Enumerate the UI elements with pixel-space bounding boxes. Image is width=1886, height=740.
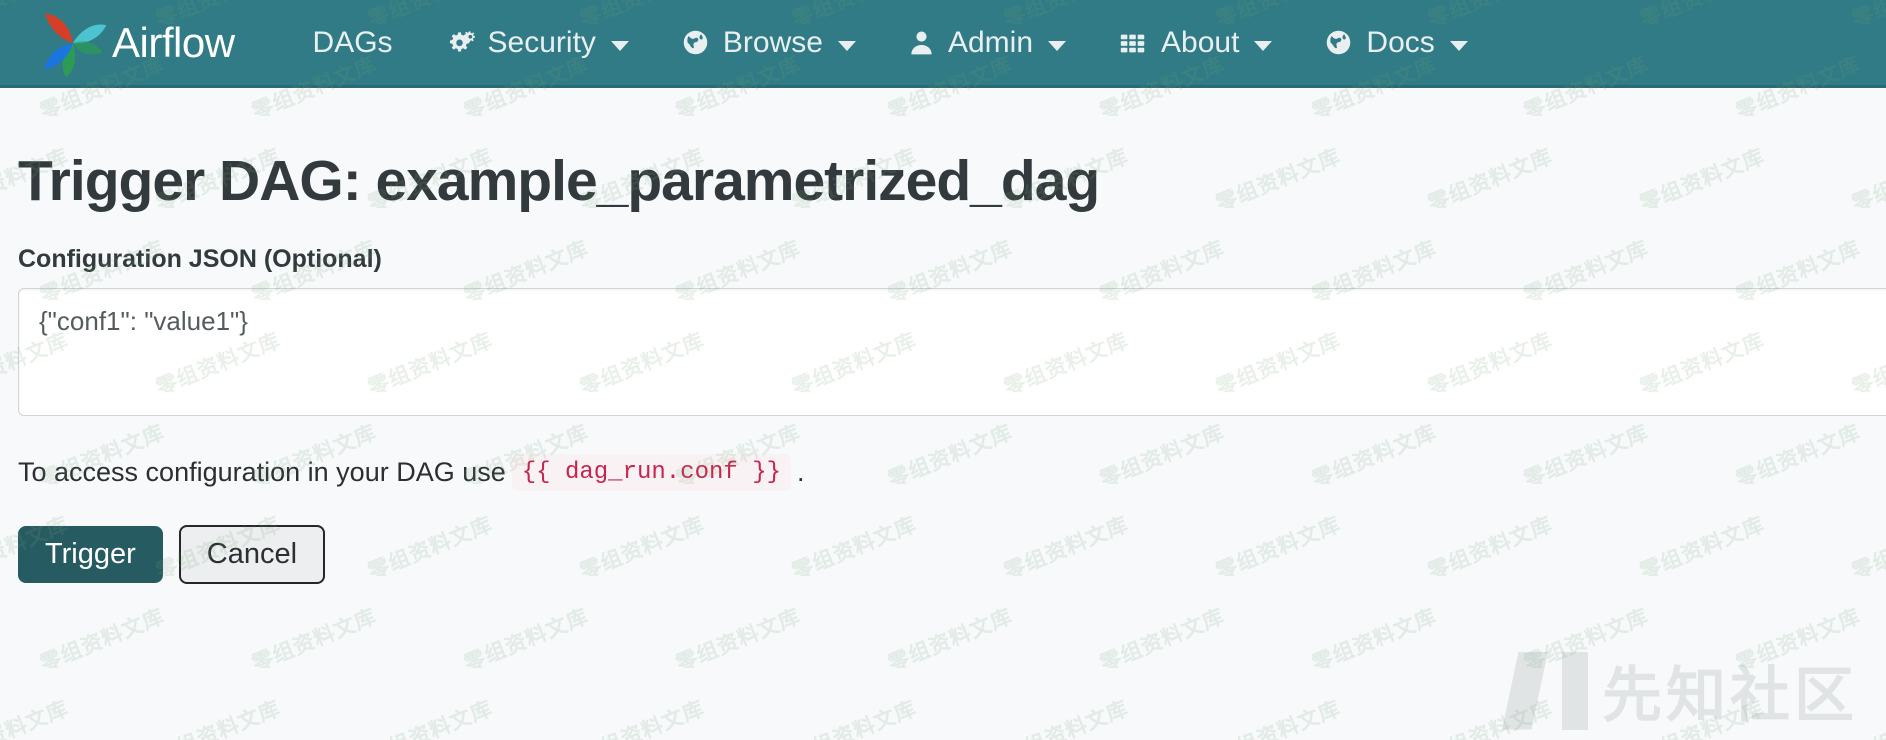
watermark-logo-text: 先知社区 — [1602, 661, 1858, 731]
nav-item-docs[interactable]: Docs — [1298, 25, 1493, 59]
watermark-text: 零组资料文库 — [36, 604, 169, 676]
watermark-logo-mark — [1502, 651, 1588, 730]
watermark-text: 零组资料文库 — [672, 604, 805, 676]
nav-item-dags[interactable]: DAGs — [287, 25, 419, 59]
chevron-down-icon — [837, 40, 856, 51]
chevron-down-icon — [610, 40, 629, 51]
airflow-pinwheel-logo — [36, 6, 110, 80]
grid-icon — [1118, 28, 1148, 58]
watermark-text: 零组资料文库 — [1848, 696, 1886, 740]
main-content: Trigger DAG: example_parametrized_dag Co… — [0, 149, 1886, 585]
globe-icon — [681, 28, 710, 57]
form-actions: Trigger Cancel — [18, 524, 1868, 585]
brand-name: Airflow — [112, 18, 235, 66]
chevron-down-icon — [1254, 40, 1273, 51]
globe-icon — [1324, 28, 1353, 57]
watermark-text: 零组资料文库 — [248, 604, 381, 676]
help-text-prefix: To access configuration in your DAG use — [18, 456, 506, 487]
nav-item-label: Admin — [947, 25, 1034, 59]
watermark-text: 零组资料文库 — [1096, 604, 1229, 676]
trigger-button[interactable]: Trigger — [18, 525, 163, 584]
nav-item-security[interactable]: Security — [419, 25, 655, 59]
nav-item-admin[interactable]: Admin — [882, 25, 1092, 59]
page-title: Trigger DAG: example_parametrized_dag — [18, 149, 1100, 213]
watermark-logo: 先知社区 — [1502, 647, 1858, 734]
watermark-text: 零组资料文库 — [364, 696, 497, 740]
help-text: To access configuration in your DAG use … — [18, 453, 1868, 491]
watermark-text: 零组资料文库 — [1308, 604, 1441, 676]
watermark-text: 零组资料文库 — [1520, 604, 1653, 676]
nav-item-label: About — [1161, 25, 1240, 59]
gears-icon — [445, 28, 475, 58]
watermark-text: 零组资料文库 — [788, 696, 921, 740]
watermark-text: 零组资料文库 — [1212, 696, 1345, 740]
nav-item-browse[interactable]: Browse — [655, 25, 882, 59]
watermark-text: 零组资料文库 — [152, 696, 285, 740]
watermark-text: 零组资料文库 — [1424, 696, 1557, 740]
watermark-text: 零组资料文库 — [1732, 604, 1865, 676]
watermark-text: 零组资料文库 — [460, 604, 593, 676]
config-json-textarea[interactable] — [18, 287, 1886, 416]
nav-items: DAGs Security Browse Admin About Docs — [287, 25, 1494, 59]
watermark-text: 零组资料文库 — [1000, 696, 1133, 740]
nav-item-label: Security — [487, 25, 596, 59]
nav-item-about[interactable]: About — [1092, 25, 1298, 59]
watermark-text: 零组资料文库 — [1636, 696, 1769, 740]
top-navbar: Airflow DAGs Security Browse Admin About… — [0, 0, 1886, 88]
watermark-text: 零组资料文库 — [0, 696, 73, 740]
user-icon — [908, 29, 935, 56]
nav-item-label: DAGs — [312, 25, 393, 59]
brand-home-link[interactable]: Airflow — [36, 6, 235, 80]
chevron-down-icon — [1048, 40, 1067, 51]
watermark-text: 零组资料文库 — [884, 604, 1017, 676]
help-text-suffix: . — [797, 456, 805, 487]
chevron-down-icon — [1449, 40, 1468, 51]
config-json-label: Configuration JSON (Optional) — [18, 244, 382, 273]
watermark-text: 零组资料文库 — [576, 696, 709, 740]
dag-run-conf-code: {{ dag_run.conf }} — [511, 453, 791, 491]
nav-item-label: Docs — [1366, 25, 1435, 59]
nav-item-label: Browse — [722, 25, 823, 59]
cancel-button[interactable]: Cancel — [178, 524, 326, 585]
